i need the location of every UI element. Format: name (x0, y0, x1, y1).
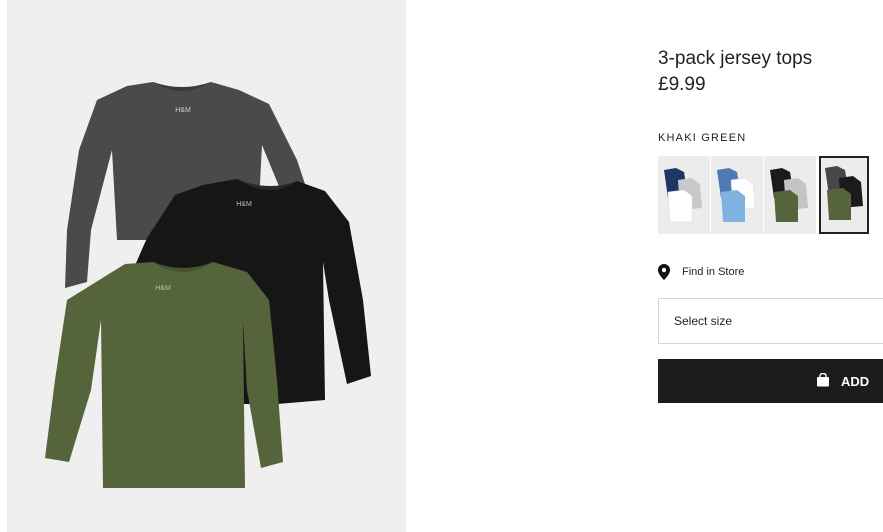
color-swatch-dark-blue[interactable] (658, 156, 710, 234)
color-swatch-blue[interactable] (711, 156, 763, 234)
add-button-label: ADD (841, 374, 870, 389)
location-pin-icon (658, 264, 670, 280)
shirt-logo: H&M (155, 285, 171, 292)
product-title: 3-pack jersey tops (658, 48, 813, 69)
find-in-store-link[interactable]: Find in Store (658, 264, 744, 280)
product-image[interactable]: H&M H&M H&M (7, 0, 406, 532)
shirt-logo: H&M (236, 201, 252, 208)
color-swatches (658, 156, 869, 234)
product-photo-shirts: H&M H&M H&M (45, 82, 371, 488)
shirt-logo: H&M (175, 107, 191, 114)
swatch-thumbnail (770, 168, 808, 222)
color-swatch-black[interactable] (764, 156, 816, 234)
selected-color-label: KHAKI GREEN (658, 132, 747, 144)
color-swatch-khaki-green[interactable] (819, 156, 869, 234)
add-to-bag-button[interactable]: ADD (658, 359, 883, 403)
swatch-thumbnail (664, 168, 702, 223)
swatch-thumbnail (717, 168, 756, 222)
shopping-bag-icon (817, 373, 829, 387)
size-select-placeholder: Select size (674, 314, 733, 328)
size-select[interactable]: Select size (658, 298, 883, 344)
product-details: 3-pack jersey tops £9.99 KHAKI GREEN Fin… (658, 0, 883, 532)
product-price: £9.99 (658, 74, 706, 95)
swatch-thumbnail (825, 166, 863, 220)
find-in-store-label: Find in Store (682, 266, 745, 278)
